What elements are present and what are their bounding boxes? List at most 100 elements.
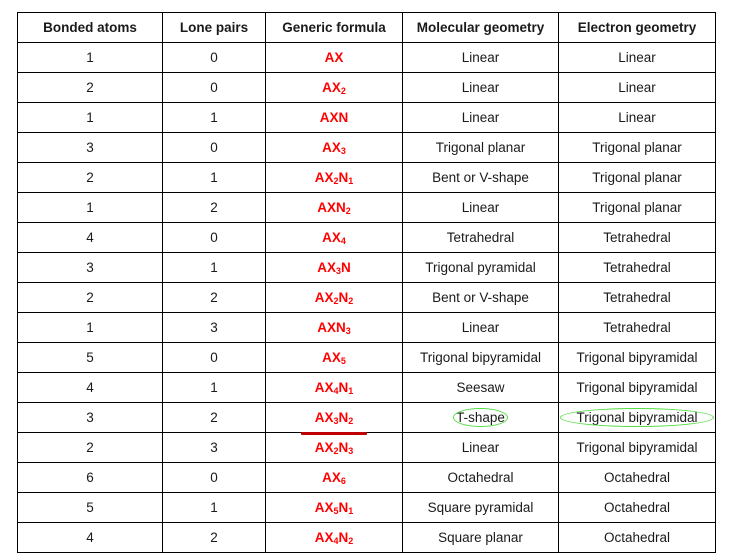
- electron-geometry-cell: Trigonal planar: [558, 162, 716, 193]
- formula-subscript: 2: [348, 535, 354, 546]
- formula-subscript: 2: [348, 295, 354, 306]
- generic-formula-cell: AX2: [265, 72, 403, 103]
- bonded-atoms-cell: 2: [17, 282, 163, 313]
- molecular-geometry-text: Linear: [461, 440, 500, 455]
- lone-pairs-cell: 3: [162, 432, 266, 463]
- lone-pairs-cell: 1: [162, 492, 266, 523]
- table-row: 1 0 AX Linear Linear: [17, 42, 716, 73]
- molecular-geometry-cell: Linear: [402, 72, 559, 103]
- lone-pairs-cell: 0: [162, 462, 266, 493]
- bonded-atoms-cell: 5: [17, 492, 163, 523]
- formula-text: AX4N2: [315, 530, 354, 546]
- formula-symbol: AX: [324, 50, 344, 65]
- bonded-atoms-cell: 1: [17, 312, 163, 343]
- bonded-atoms-cell: 3: [17, 132, 163, 163]
- bonded-atoms-cell: 6: [17, 462, 163, 493]
- molecular-geometry-cell: Trigonal planar: [402, 132, 559, 163]
- bonded-atoms-cell: 3: [17, 402, 163, 433]
- formula-symbol: N: [338, 439, 349, 455]
- bonded-atoms-cell: 2: [17, 72, 163, 103]
- molecular-geometry-text: Seesaw: [456, 380, 505, 395]
- molecular-geometry-cell: Octahedral: [402, 462, 559, 493]
- formula-symbol: AX: [322, 139, 341, 155]
- generic-formula-cell: AX2N3: [265, 432, 403, 463]
- molecular-geometry-text: Square pyramidal: [427, 500, 534, 515]
- formula-text: AX3N: [317, 260, 351, 276]
- formula-subscript: 2: [348, 415, 354, 426]
- formula-symbol: N: [338, 169, 349, 185]
- molecular-geometry-cell: Linear: [402, 312, 559, 343]
- generic-formula-cell: AX6: [265, 462, 403, 493]
- formula-subscript: 5: [340, 355, 346, 366]
- molecular-geometry-text: Trigonal pyramidal: [425, 260, 536, 275]
- table-row: 1 3 AXN3 Linear Tetrahedral: [17, 312, 716, 343]
- electron-geometry-text: Trigonal planar: [592, 140, 682, 155]
- molecular-geometry-cell: Bent or V-shape: [402, 162, 559, 193]
- formula-symbol: AX: [314, 409, 334, 425]
- bonded-atoms-cell: 4: [17, 222, 163, 253]
- generic-formula-cell: AX3: [265, 132, 403, 163]
- lone-pairs-cell: 1: [162, 252, 266, 283]
- formula-symbol: N: [338, 289, 349, 305]
- formula-text: AX2N2: [315, 290, 354, 306]
- generic-formula-cell: AX3N2: [265, 402, 403, 435]
- table-row: 3 1 AX3N Trigonal pyramidal Tetrahedral: [17, 252, 716, 283]
- header-row: Bonded atoms Lone pairs Generic formula …: [17, 12, 716, 43]
- molecular-geometry-text: Square planar: [438, 530, 523, 545]
- header-lone-pairs: Lone pairs: [162, 12, 266, 43]
- electron-geometry-text: Tetrahedral: [603, 230, 671, 245]
- molecular-geometry-cell: Bent or V-shape: [402, 282, 559, 313]
- electron-geometry-cell: Trigonal bipyramidal: [558, 342, 716, 373]
- formula-text: AX2N1: [315, 170, 354, 186]
- electron-geometry-text: Trigonal bipyramidal: [576, 410, 698, 425]
- electron-geometry-cell: Linear: [558, 42, 716, 73]
- bonded-atoms-cell: 1: [17, 102, 163, 133]
- electron-geometry-text: Linear: [618, 110, 656, 125]
- electron-geometry-cell: Tetrahedral: [558, 222, 716, 253]
- table-row: 2 3 AX2N3 Linear Trigonal bipyramidal: [17, 432, 716, 463]
- formula-symbol: AX: [322, 469, 341, 485]
- table-row: 4 1 AX4N1 Seesaw Trigonal bipyramidal: [17, 372, 716, 403]
- table-row: 2 0 AX2 Linear Linear: [17, 72, 716, 103]
- vsepr-geometry-table: Bonded atoms Lone pairs Generic formula …: [17, 12, 716, 553]
- molecular-geometry-text: Linear: [461, 110, 500, 125]
- generic-formula-cell: AX4N1: [265, 372, 403, 403]
- bonded-atoms-cell: 1: [17, 42, 163, 73]
- formula-symbol: AX: [317, 259, 336, 275]
- electron-geometry-cell: Octahedral: [558, 492, 716, 523]
- electron-geometry-cell: Trigonal planar: [558, 192, 716, 223]
- molecular-geometry-text: Trigonal bipyramidal: [419, 350, 542, 365]
- lone-pairs-cell: 0: [162, 342, 266, 373]
- generic-formula-cell: AX2N1: [265, 162, 403, 193]
- formula-symbol: AX: [314, 379, 334, 395]
- electron-geometry-text: Octahedral: [603, 530, 671, 545]
- molecular-geometry-text: Linear: [461, 200, 500, 215]
- electron-geometry-cell: Trigonal bipyramidal: [558, 402, 716, 433]
- electron-geometry-cell: Trigonal bipyramidal: [558, 372, 716, 403]
- formula-symbol: AXN: [317, 319, 346, 335]
- electron-geometry-text: Linear: [618, 80, 656, 95]
- formula-subscript: 2: [340, 85, 346, 96]
- molecular-geometry-cell: Square planar: [402, 522, 559, 553]
- lone-pairs-cell: 0: [162, 42, 266, 73]
- molecular-geometry-cell: Trigonal pyramidal: [402, 252, 559, 283]
- formula-subscript: 3: [348, 445, 354, 456]
- formula-text: AXN: [320, 110, 349, 125]
- electron-geometry-text: Linear: [618, 50, 656, 65]
- formula-subscript: 1: [348, 505, 354, 516]
- formula-text: AX2: [322, 80, 346, 96]
- table-row: 1 1 AXN Linear Linear: [17, 102, 716, 133]
- bonded-atoms-cell: 3: [17, 252, 163, 283]
- molecular-geometry-text: Octahedral: [447, 470, 514, 485]
- molecular-geometry-text: Tetrahedral: [446, 230, 515, 245]
- table-row: 2 2 AX2N2 Bent or V-shape Tetrahedral: [17, 282, 716, 313]
- formula-symbol: N: [341, 259, 351, 275]
- molecular-geometry-cell: Trigonal bipyramidal: [402, 342, 559, 373]
- molecular-geometry-text: Linear: [461, 80, 500, 95]
- electron-geometry-cell: Linear: [558, 102, 716, 133]
- formula-symbol: AX: [314, 439, 334, 455]
- formula-subscript: 3: [340, 145, 346, 156]
- generic-formula-cell: AXN: [265, 102, 403, 133]
- molecular-geometry-cell: T-shape: [402, 402, 559, 433]
- molecular-geometry-text: Linear: [461, 320, 500, 335]
